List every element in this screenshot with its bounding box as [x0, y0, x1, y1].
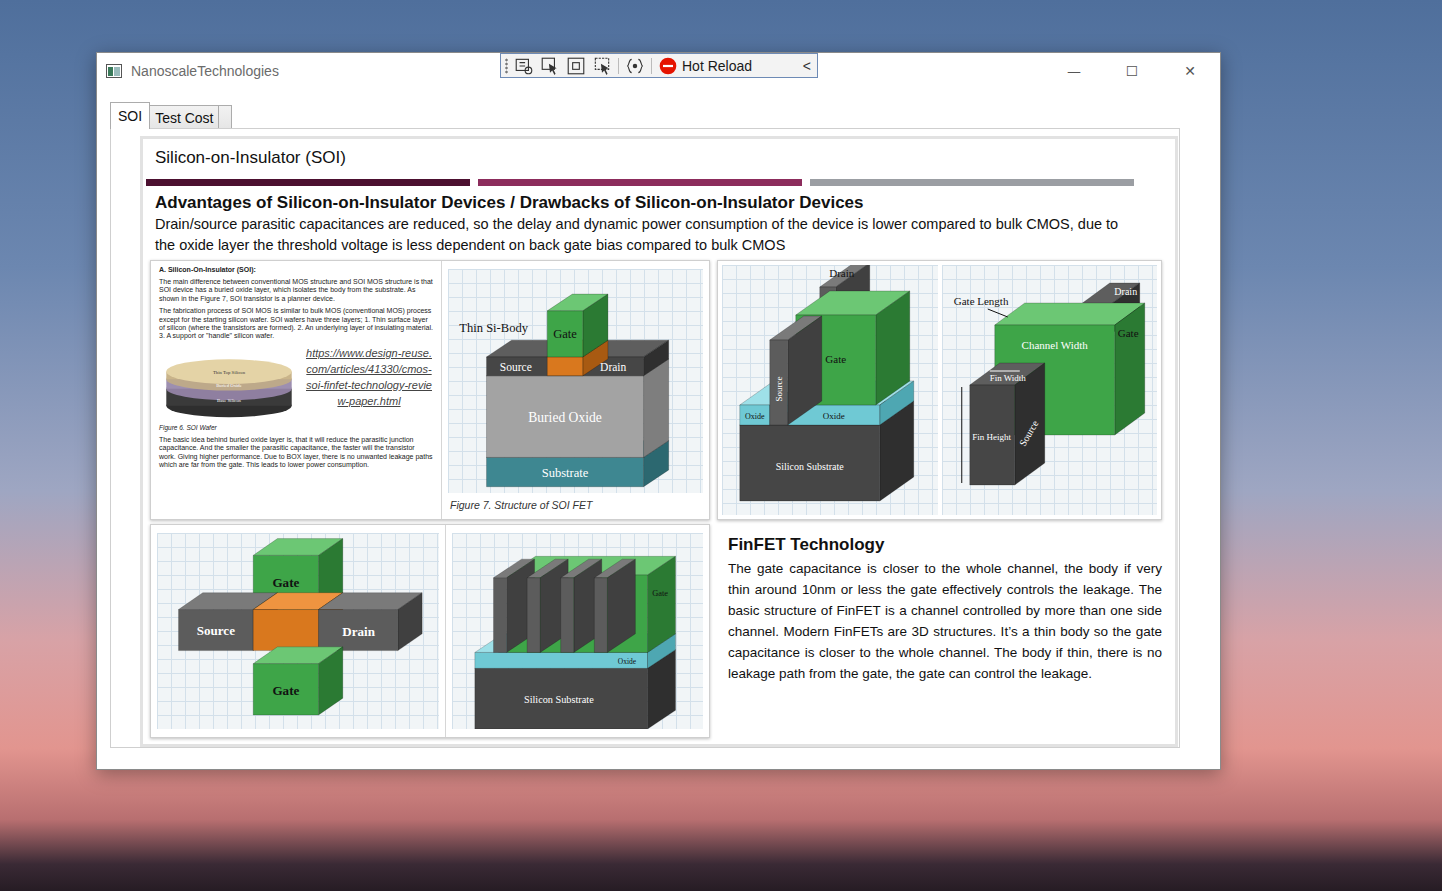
figure-caption: Figure 7. Structure of SOI FET	[448, 499, 703, 511]
wafer-diagram: Thin Top Silicon Buried Oxide Base Silicon	[159, 345, 299, 421]
collapse-button[interactable]: <	[803, 58, 811, 74]
diagram-label: Fin Height	[972, 432, 1011, 442]
diagram-label: Drain	[1114, 286, 1137, 297]
document-paragraph: The fabrication process of SOI MOS is si…	[159, 307, 433, 341]
diagram-block	[594, 559, 635, 652]
wafer-label: Thin Top Silicon	[213, 370, 246, 375]
wafer-row: Thin Top Silicon Buried Oxide Base Silicon…	[159, 345, 433, 421]
diagram-label: Oxide	[618, 657, 637, 666]
select-element-icon[interactable]	[540, 56, 560, 76]
finfet-diagram: Drain Gate Source Oxide Oxide Silicon Substra…	[722, 265, 938, 515]
window-title: NanoscaleTechnologies	[131, 63, 279, 79]
diagram-label: Channel Width	[1021, 339, 1088, 351]
fin-dimensions-diagram: Gate Length Drain Gate Channel Width Fin Wid…	[942, 265, 1158, 515]
article-link[interactable]: https://www.design-reuse.com/articles/41…	[305, 345, 433, 409]
diagram-label: Gate Length	[953, 295, 1008, 307]
diagram-label: Thin Si-Body	[459, 321, 528, 335]
diagram-label: Fin Width	[989, 373, 1026, 383]
diagram-label: Source	[774, 377, 784, 402]
tab[interactable]: Test Cost	[149, 105, 219, 128]
tab[interactable]: SOI	[110, 102, 150, 129]
binding-failures-icon[interactable]	[625, 56, 645, 76]
wafer-label: Base Silicon	[217, 398, 242, 403]
multi-fin-figure: Gate Oxide Silicon Substrate	[446, 525, 709, 737]
multigate-figure: Gate Source Drain Gate Gate Oxide Silicon Subs…	[150, 524, 710, 738]
soi-figure: A. Silicon-On-Insulator (SOI): The main d…	[150, 260, 710, 520]
color-bar	[478, 179, 802, 186]
maximize-button[interactable]: ☐	[1103, 55, 1161, 87]
hot-reload-icon	[658, 56, 678, 76]
diagram-block	[508, 556, 676, 652]
diagram-label: Gate	[825, 353, 846, 365]
tab-control: SOITest Cost Silicon-on-Insulator (SOI) Ad…	[97, 88, 1220, 769]
finfet-text: The gate capacitance is closer to the wh…	[728, 558, 1162, 684]
diagram-label: Silicon Substrate	[776, 461, 845, 472]
minimize-button[interactable]: —	[1045, 55, 1103, 87]
finfet-section: FinFET TechnologyThe gate capacitance is…	[717, 524, 1162, 738]
diagram-label: Drain	[342, 624, 375, 639]
live-tree-icon[interactable]	[514, 56, 534, 76]
finfet-figure: Drain Gate Source Oxide Oxide Silicon Substra…	[717, 260, 1162, 520]
soi-fet-diagram: Thin Si-Body Gate Source Drain Buried Oxide S…	[448, 269, 703, 493]
desktop: NanoscaleTechnologies —☐✕ Hot Reload < SOITe…	[0, 0, 1442, 891]
grip-icon[interactable]	[505, 58, 508, 74]
section-heading: Advantages of Silicon-on-Insulator Devic…	[151, 192, 1175, 214]
diagram-label: Gate	[272, 683, 299, 698]
diagram-label: Gate	[652, 589, 668, 598]
debug-toolbar: Hot Reload <	[500, 53, 818, 78]
app-icon	[106, 64, 122, 78]
document-paragraph: The main difference between conventional…	[159, 278, 433, 303]
diagram-block	[547, 294, 608, 357]
window-controls: —☐✕	[1045, 55, 1219, 87]
diagram-label: Oxide	[823, 411, 845, 421]
content-panel: Silicon-on-Insulator (SOI) Advantages of …	[140, 136, 1178, 747]
color-bars	[146, 179, 1134, 186]
multi-fin-diagram: Gate Oxide Silicon Substrate	[452, 533, 703, 729]
document-heading: A. Silicon-On-Insulator (SOI):	[159, 265, 433, 274]
tab[interactable]	[218, 105, 232, 128]
section-text: Drain/source parasitic capacitances are …	[151, 214, 1135, 256]
diagram-block	[770, 316, 822, 425]
figure-grid: A. Silicon-On-Insulator (SOI): The main d…	[150, 260, 1175, 738]
double-gate-diagram: Gate Source Drain Gate	[157, 533, 439, 729]
diagram-label: Gate	[553, 327, 577, 341]
tab-strip: SOITest Cost	[110, 102, 1180, 128]
finfet-title: FinFET Technology	[728, 534, 1162, 556]
diagram-label: Drain	[600, 361, 626, 373]
page-title: Silicon-on-Insulator (SOI)	[151, 147, 1175, 169]
diagram-label: Buried Oxide	[528, 410, 602, 425]
diagram-label: Gate	[1117, 327, 1138, 339]
soi-fet-figure: Thin Si-Body Gate Source Drain Buried Oxide S…	[442, 261, 709, 519]
diagram-label: Source	[500, 361, 532, 373]
hot-reload-label[interactable]: Hot Reload	[682, 58, 752, 74]
color-bar	[146, 179, 470, 186]
double-gate-figure: Gate Source Drain Gate	[151, 525, 446, 737]
diagram-label: Source	[197, 623, 235, 638]
track-focus-icon[interactable]	[592, 56, 612, 76]
adorner-icon[interactable]	[566, 56, 586, 76]
diagram-label: Source	[1017, 418, 1041, 448]
tab-content: Silicon-on-Insulator (SOI) Advantages of …	[110, 128, 1180, 748]
document-paragraph: The basic idea behind buried oxide layer…	[159, 436, 433, 470]
diagram-block	[475, 650, 676, 729]
close-button[interactable]: ✕	[1161, 55, 1219, 87]
diagram-label: Drain	[829, 267, 855, 279]
diagram-block	[969, 363, 1044, 485]
wafer-caption: Figure 6. SOI Wafer	[159, 423, 433, 432]
diagram-label: Oxide	[745, 412, 765, 421]
diagram-label: Gate	[272, 575, 299, 590]
wafer-label: Buried Oxide	[216, 383, 242, 388]
diagram-label: Substrate	[542, 466, 589, 480]
app-window: NanoscaleTechnologies —☐✕ Hot Reload < SOITe…	[96, 52, 1221, 770]
color-bar	[810, 179, 1134, 186]
diagram-block	[319, 593, 423, 651]
diagram-block	[253, 647, 343, 715]
document-excerpt: A. Silicon-On-Insulator (SOI): The main d…	[151, 261, 442, 519]
diagram-label: Silicon Substrate	[524, 694, 594, 705]
